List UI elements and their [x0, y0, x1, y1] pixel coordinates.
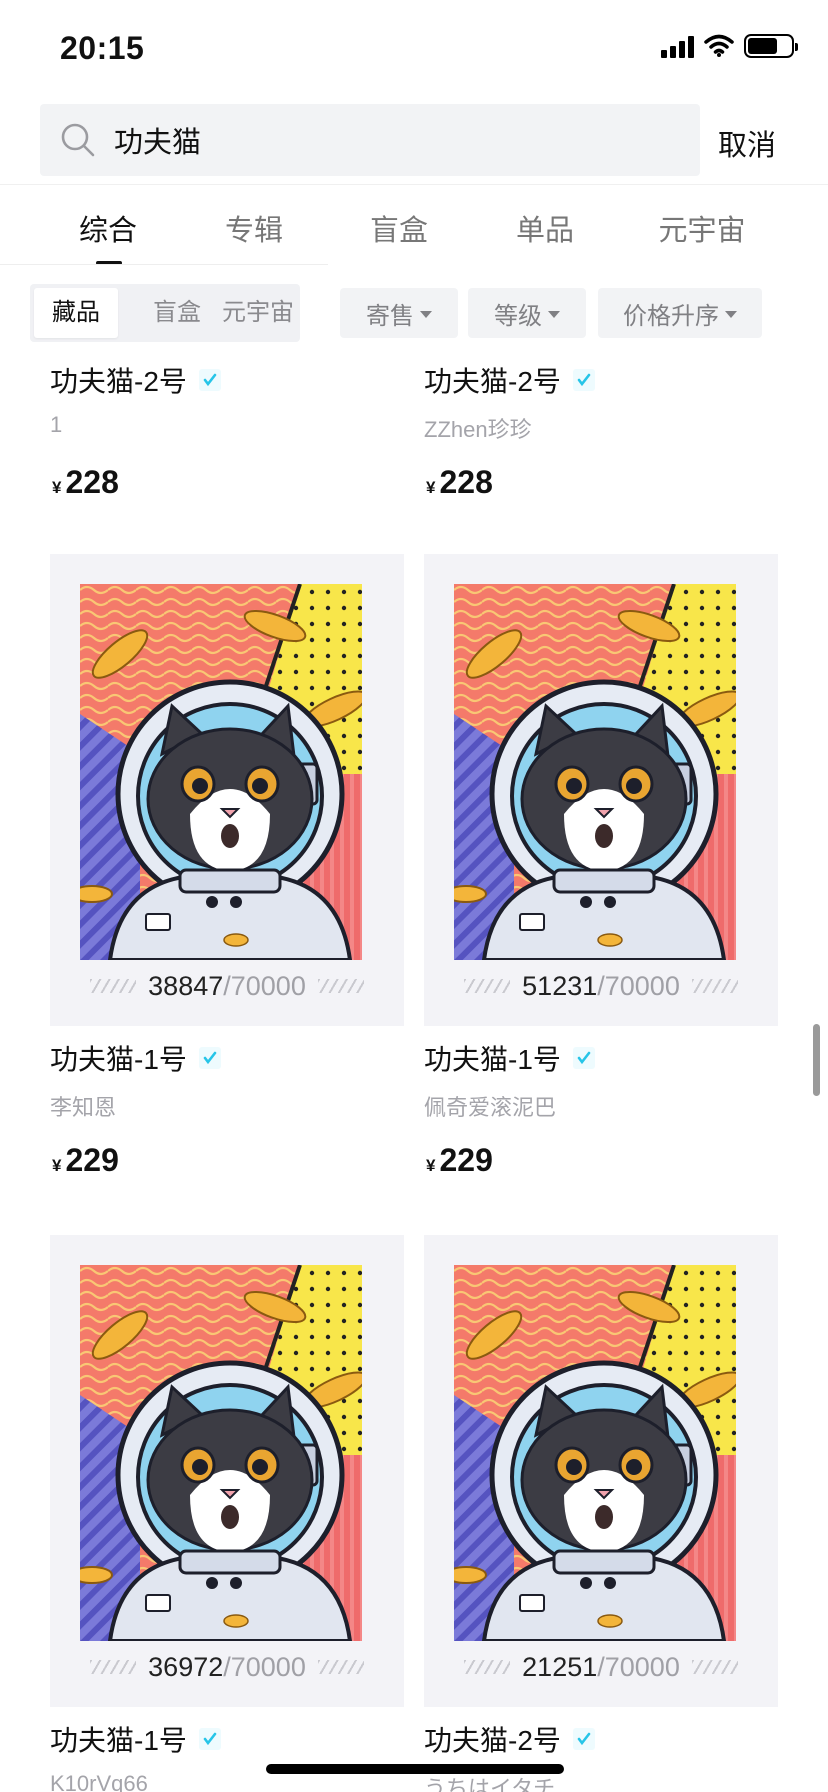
card-artwork: 36972/70000 [50, 1235, 404, 1707]
home-indicator[interactable] [266, 1764, 564, 1774]
card-title: 功夫猫-1号 [50, 1044, 187, 1075]
card-title: 功夫猫-1号 [50, 1725, 187, 1756]
cancel-button[interactable]: 取消 [718, 122, 776, 164]
tab-metaverse[interactable]: 元宇宙 [658, 207, 745, 249]
nft-artwork-image [454, 1265, 736, 1641]
card-title-row: 功夫猫-1号 [50, 1038, 221, 1078]
product-grid: 功夫猫-2号 1 ¥ 228 功夫猫-2号 ZZhen珍珍 ¥ 228 3884… [0, 352, 828, 1792]
edition-serial: 36972 [148, 1651, 224, 1682]
card-title: 功夫猫-1号 [424, 1044, 561, 1075]
edition-number: 51231/70000 [424, 964, 778, 1008]
nft-artwork-image [80, 584, 362, 960]
segment-metaverse[interactable]: 元宇宙 [216, 284, 300, 342]
tab-comprehensive[interactable]: 综合 [79, 207, 137, 249]
decorative-hatch [317, 979, 364, 993]
decorative-hatch [317, 1660, 364, 1674]
price-amount: 229 [439, 1142, 493, 1178]
card-owner: うちはイタチ [424, 1776, 556, 1792]
filter-level-dropdown[interactable]: 等级 [468, 288, 586, 338]
decorative-hatch [464, 979, 511, 993]
search-bar: 功夫猫 取消 [0, 104, 828, 176]
caret-down-icon [420, 310, 432, 318]
segment-blind-box[interactable]: 盲盒 [142, 284, 212, 342]
edition-total: /70000 [597, 1651, 680, 1682]
decorative-hatch [464, 1660, 511, 1674]
decorative-hatch [691, 979, 738, 993]
tab-single-item[interactable]: 单品 [516, 207, 574, 249]
edition-total: /70000 [597, 970, 680, 1001]
price-amount: 228 [65, 464, 119, 500]
filter-consignment-dropdown[interactable]: 寄售 [340, 288, 458, 338]
battery-icon [744, 34, 798, 58]
card-owner: ZZhen珍珍 [424, 417, 532, 442]
card-title: 功夫猫-2号 [50, 366, 187, 397]
search-query: 功夫猫 [114, 127, 202, 159]
card-owner: 1 [50, 412, 63, 437]
type-segmented-control: 藏品 盲盒 元宇宙 [30, 284, 300, 342]
search-icon [61, 123, 95, 157]
verified-badge-icon [198, 369, 221, 391]
currency-symbol: ¥ [426, 1156, 436, 1175]
card-title-row: 功夫猫-2号 [424, 1719, 595, 1759]
price-amount: 228 [439, 464, 493, 500]
price-amount: 229 [65, 1142, 119, 1178]
card-price: ¥ 228 [52, 464, 119, 501]
decorative-hatch [90, 1660, 137, 1674]
wifi-icon [704, 34, 734, 57]
divider [0, 264, 328, 265]
card-title-row: 功夫猫-2号 [50, 360, 221, 400]
decorative-hatch [90, 979, 137, 993]
edition-number: 38847/70000 [50, 964, 404, 1008]
nft-artwork-image [80, 1265, 362, 1641]
verified-badge-icon [572, 1047, 595, 1069]
tab-album[interactable]: 专辑 [225, 207, 283, 249]
card-owner: 李知恩 [50, 1095, 117, 1120]
search-input[interactable]: 功夫猫 [40, 104, 700, 176]
cellular-signal-icon [661, 34, 694, 58]
card-title: 功夫猫-2号 [424, 1725, 561, 1756]
caret-down-icon [725, 310, 737, 318]
edition-serial: 51231 [522, 970, 598, 1001]
card-title-row: 功夫猫-1号 [424, 1038, 595, 1078]
verified-badge-icon [572, 369, 595, 391]
filter-label: 等级 [494, 302, 542, 330]
card-title-row: 功夫猫-2号 [424, 360, 595, 400]
card-price: ¥ 228 [426, 464, 493, 501]
currency-symbol: ¥ [52, 478, 62, 497]
tab-blind-box[interactable]: 盲盒 [370, 207, 428, 249]
status-bar: 20:15 [0, 0, 828, 100]
status-time: 20:15 [60, 30, 145, 66]
verified-badge-icon [198, 1047, 221, 1069]
card-title-row: 功夫猫-1号 [50, 1719, 221, 1759]
currency-symbol: ¥ [52, 1156, 62, 1175]
edition-number: 21251/70000 [424, 1645, 778, 1689]
card-owner: 佩奇爱滚泥巴 [424, 1095, 557, 1120]
category-tabs: 综合 专辑 盲盒 单品 元宇宙 [0, 184, 828, 265]
card-artwork: 51231/70000 [424, 554, 778, 1026]
verified-badge-icon [198, 1728, 221, 1750]
segment-collectibles[interactable]: 藏品 [34, 288, 118, 338]
scrollbar[interactable] [813, 1024, 820, 1096]
edition-total: /70000 [223, 970, 306, 1001]
filter-price-sort-dropdown[interactable]: 价格升序 [598, 288, 762, 338]
filter-label: 寄售 [366, 302, 414, 330]
card-price: ¥ 229 [52, 1142, 119, 1179]
currency-symbol: ¥ [426, 478, 436, 497]
card-artwork: 21251/70000 [424, 1235, 778, 1707]
status-icons [661, 34, 798, 58]
edition-number: 36972/70000 [50, 1645, 404, 1689]
edition-total: /70000 [223, 1651, 306, 1682]
decorative-hatch [691, 1660, 738, 1674]
card-price: ¥ 229 [426, 1142, 493, 1179]
filter-label: 价格升序 [623, 302, 719, 330]
caret-down-icon [548, 310, 560, 318]
verified-badge-icon [572, 1728, 595, 1750]
card-title: 功夫猫-2号 [424, 366, 561, 397]
nft-artwork-image [454, 584, 736, 960]
edition-serial: 38847 [148, 970, 224, 1001]
card-owner: K10rVq66 [50, 1771, 148, 1792]
edition-serial: 21251 [522, 1651, 598, 1682]
card-artwork: 38847/70000 [50, 554, 404, 1026]
